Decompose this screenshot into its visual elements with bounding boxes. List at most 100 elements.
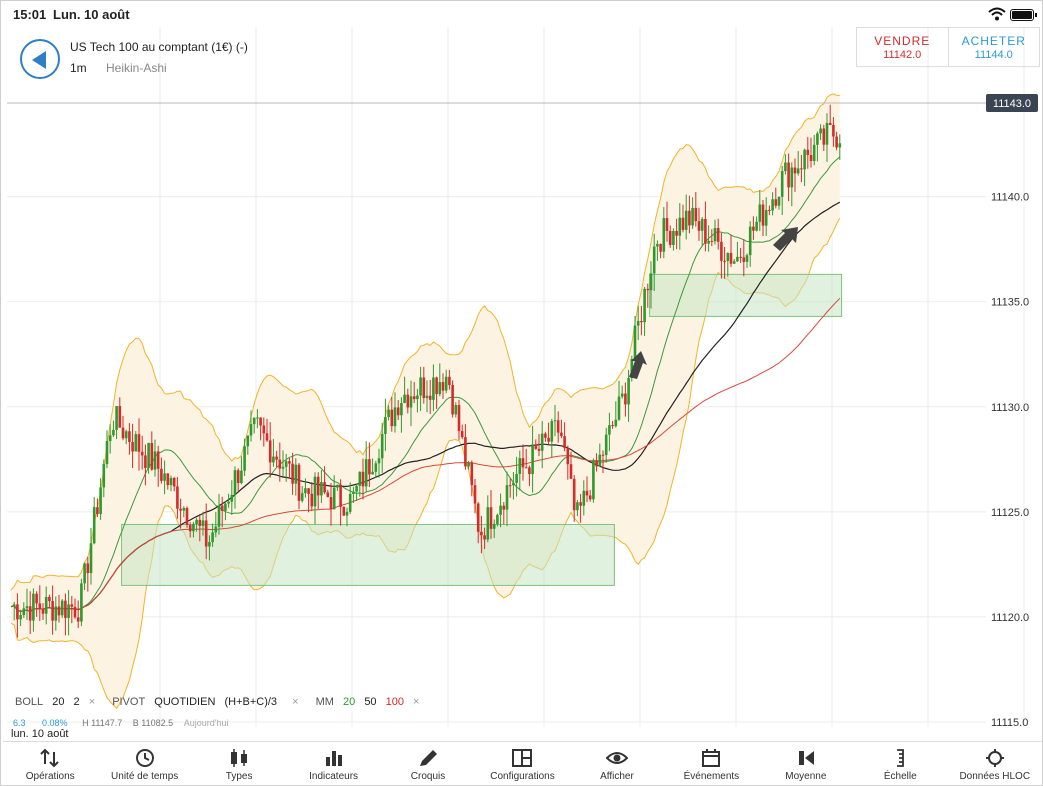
toolbar-average[interactable]: Moyenne xyxy=(759,742,853,785)
candle-body xyxy=(256,417,259,419)
candle-body xyxy=(444,376,448,391)
layout-icon xyxy=(512,749,533,767)
candle-body xyxy=(128,431,131,443)
candle-body xyxy=(681,217,685,230)
candle-body xyxy=(19,615,22,620)
candle-body xyxy=(275,456,278,460)
candle-body xyxy=(204,520,208,547)
toolbar-display[interactable]: Afficher xyxy=(570,742,664,785)
y-tick-label: 11120.0 xyxy=(991,612,1029,624)
candle-body xyxy=(588,495,592,500)
candle-body xyxy=(771,199,774,211)
legend-pivot-mode: QUOTIDIEN xyxy=(154,696,216,708)
candle-body xyxy=(665,218,669,231)
candle-body xyxy=(492,524,496,529)
toolbar-label: Unité de temps xyxy=(111,771,179,782)
candle-body xyxy=(272,456,275,463)
candle-body xyxy=(521,458,525,468)
candle-body xyxy=(518,458,522,474)
candle-body xyxy=(764,209,768,226)
candle-body xyxy=(176,486,179,509)
candle-body xyxy=(726,252,730,262)
candle-body xyxy=(35,593,38,604)
candle-body xyxy=(108,435,112,442)
candle-body xyxy=(675,230,678,236)
candle-body xyxy=(464,437,467,467)
legend-pivot[interactable]: PIVOT xyxy=(112,696,145,708)
sell-button[interactable]: VENDRE 11142.0 xyxy=(857,28,949,66)
instrument-title[interactable]: US Tech 100 au comptant (1€) (-) xyxy=(70,40,248,54)
candle-body xyxy=(790,167,794,188)
legend-boll[interactable]: BOLL xyxy=(15,696,43,708)
candle-body xyxy=(99,487,102,515)
candle-body xyxy=(96,507,99,515)
candle-body xyxy=(249,424,253,436)
candle-body xyxy=(38,603,42,610)
candle-body xyxy=(560,432,563,437)
candle-body xyxy=(473,485,477,504)
toolbar-scale[interactable]: Échelle xyxy=(853,742,947,785)
toolbar-indicators[interactable]: Indicateurs xyxy=(286,742,380,785)
candle-body xyxy=(153,451,157,470)
remove-boll-icon[interactable]: × xyxy=(89,696,95,708)
candle-body xyxy=(227,501,230,504)
candle-body xyxy=(828,122,832,125)
candle-body xyxy=(704,218,707,244)
candle-body xyxy=(713,228,717,242)
legend-mm[interactable]: MM xyxy=(316,696,334,708)
candle-body xyxy=(124,431,128,439)
candle-body xyxy=(524,467,528,469)
back-button[interactable] xyxy=(20,39,60,79)
candle-body xyxy=(57,606,61,616)
candle-body xyxy=(748,226,752,256)
candle-body xyxy=(531,444,534,475)
average-icon xyxy=(798,751,814,765)
toolbar-label: Opérations xyxy=(25,771,75,782)
candle-body xyxy=(556,420,560,433)
candle-body xyxy=(662,218,666,252)
operations-icon xyxy=(40,748,59,768)
legend-boll-p1: 20 xyxy=(52,696,65,708)
candle-body xyxy=(496,514,499,525)
candle-body xyxy=(163,473,166,481)
toolbar-configurations[interactable]: Configurations xyxy=(475,742,569,785)
candle-body xyxy=(537,448,541,451)
candle-body xyxy=(489,507,493,529)
candle-body xyxy=(134,434,138,452)
candle-body xyxy=(691,207,694,226)
candle-body xyxy=(832,124,835,137)
candle-body xyxy=(825,122,829,145)
toolbar-timeframe[interactable]: Unité de temps xyxy=(97,742,191,785)
candle-body xyxy=(569,464,573,479)
candle-body xyxy=(528,467,531,475)
candle-body xyxy=(220,505,224,511)
candle-body xyxy=(76,617,80,622)
app-frame: 15:01 Lun. 10 août 11140.0 11135.0 11130.0… xyxy=(0,0,1043,786)
candle-body xyxy=(316,476,320,496)
toolbar-label: Indicateurs xyxy=(309,771,359,782)
toolbar-hloc[interactable]: Données HLOC xyxy=(948,742,1042,785)
toolbar-label: Données HLOC xyxy=(959,771,1031,782)
candle-body xyxy=(396,407,400,416)
session-period: Aujourd'hui xyxy=(183,718,229,728)
candle-body xyxy=(233,470,237,495)
toolbar-sketch[interactable]: Croquis xyxy=(381,742,475,785)
toolbar-operations[interactable]: Opérations xyxy=(3,742,97,785)
candle-body xyxy=(393,407,397,427)
remove-pivot-icon[interactable]: × xyxy=(292,696,298,708)
candle-body xyxy=(28,606,32,621)
candle-body xyxy=(761,204,765,226)
price-chart[interactable]: 11140.0 11135.0 11130.0 11125.0 11120.0 11115… xyxy=(1,27,1043,727)
candle-body xyxy=(105,441,109,465)
remove-mm-icon[interactable]: × xyxy=(413,696,419,708)
candle-body xyxy=(300,493,304,501)
toolbar-events[interactable]: Événements xyxy=(664,742,758,785)
toolbar-types[interactable]: Types xyxy=(192,742,286,785)
candle-body xyxy=(179,508,182,511)
buy-button[interactable]: ACHETER 11144.0 xyxy=(949,28,1040,66)
status-date: Lun. 10 août xyxy=(53,7,130,22)
candle-body xyxy=(579,502,582,506)
candle-body xyxy=(425,395,429,399)
candle-body xyxy=(544,433,547,438)
legend-mm-20: 20 xyxy=(343,696,356,708)
